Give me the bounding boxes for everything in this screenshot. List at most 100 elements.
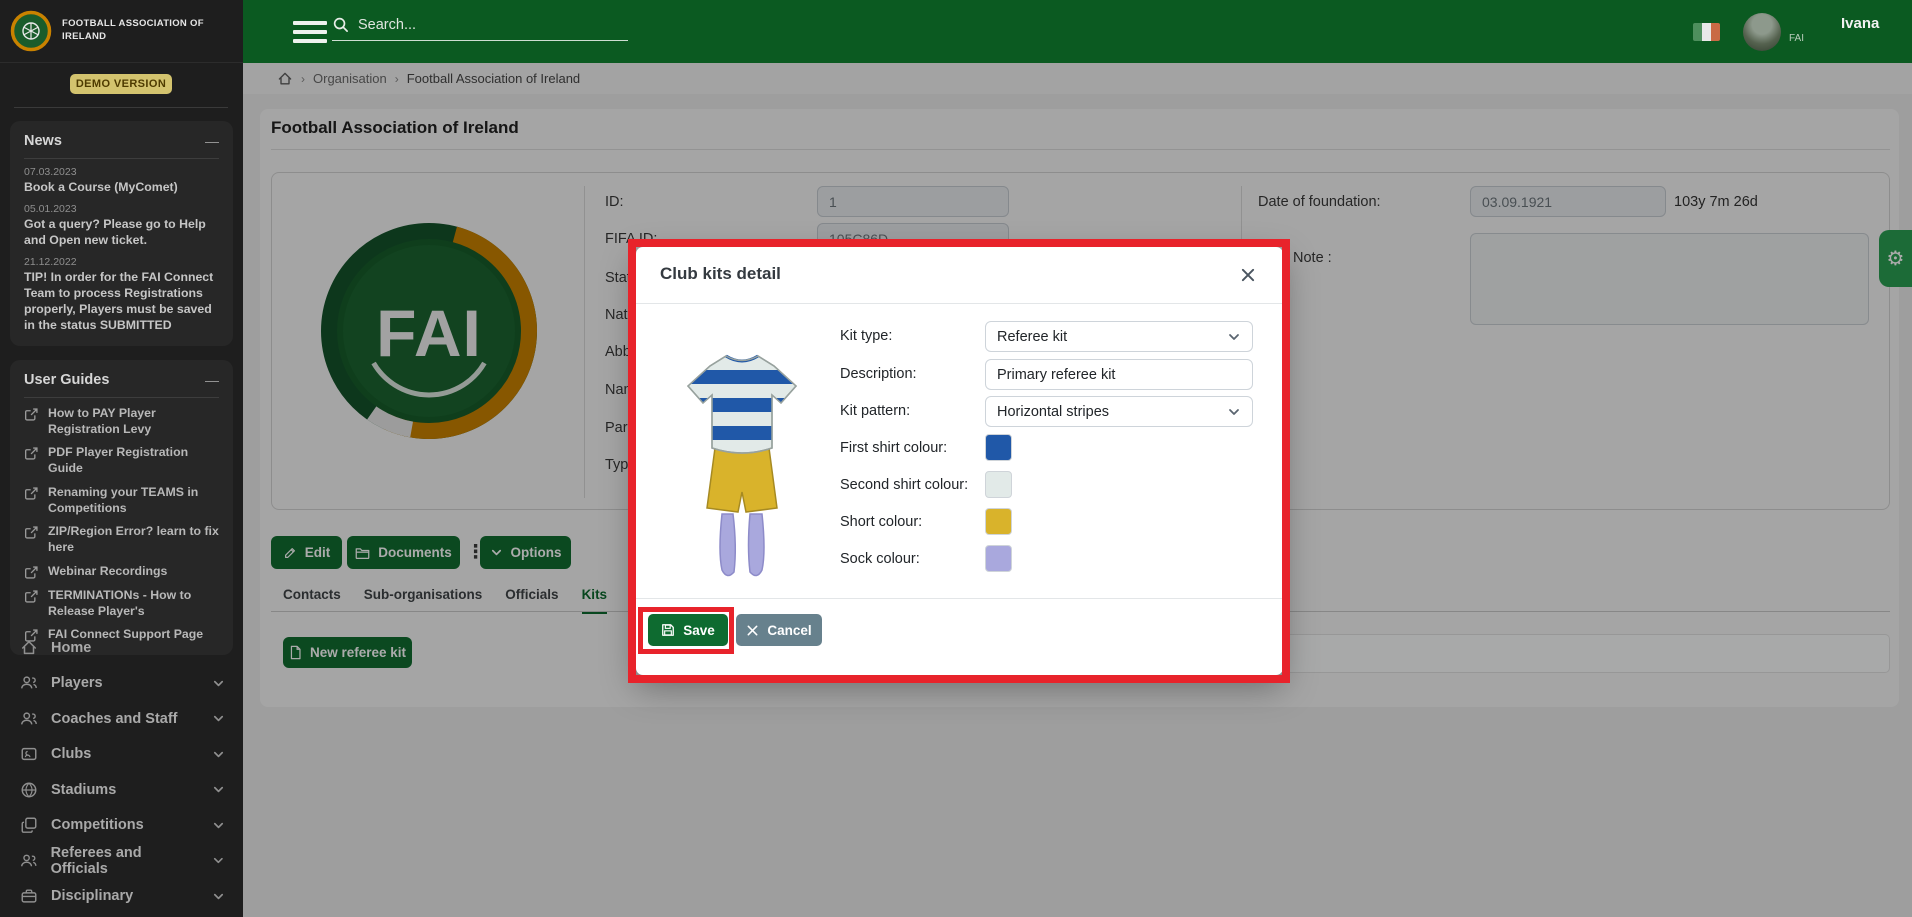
app-root: FOOTBALL ASSOCIATION OF IRELAND DEMO VER… — [0, 0, 1912, 917]
guide-link[interactable]: Renaming your TEAMS in Competitions — [24, 485, 219, 516]
language-flag-ireland[interactable] — [1693, 23, 1720, 41]
sidebar-item-competitions[interactable]: Competitions — [0, 808, 243, 844]
save-button[interactable]: Save — [648, 614, 728, 646]
home-icon — [20, 639, 38, 657]
external-link-icon — [24, 565, 39, 580]
chevron-down-icon — [212, 677, 225, 690]
kit-type-select[interactable]: Referee kit — [985, 321, 1253, 352]
user-guides-collapse-icon[interactable]: — — [205, 375, 219, 385]
close-icon — [1240, 267, 1256, 283]
kit-type-label: Kit type: — [840, 328, 892, 344]
modal-close-button[interactable] — [1234, 261, 1262, 289]
kit-sock-right — [749, 514, 765, 576]
kit-preview-illustration — [682, 352, 802, 587]
search-icon — [332, 16, 349, 33]
user-guides-card: User Guides — How to PAY Player Registra… — [10, 360, 233, 655]
second-shirt-colour-label: Second shirt colour: — [840, 477, 968, 493]
sidebar-item-clubs[interactable]: Clubs — [0, 737, 243, 773]
external-link-icon — [24, 446, 39, 461]
first-shirt-colour-label: First shirt colour: — [840, 440, 947, 456]
user-org-label: FAI — [1789, 33, 1804, 44]
short-colour-label: Short colour: — [840, 514, 922, 530]
news-item-title: Book a Course (MyComet) — [24, 180, 219, 196]
user-avatar[interactable] — [1743, 13, 1781, 51]
kit-shorts — [707, 448, 777, 512]
chevron-down-icon — [212, 712, 225, 725]
description-input[interactable] — [985, 359, 1253, 390]
competitions-icon — [20, 816, 38, 834]
search-input[interactable] — [358, 17, 598, 33]
kit-sock-left — [720, 514, 735, 576]
club-kits-detail-modal: Club kits detail Kit type: Referee kit D… — [636, 247, 1283, 675]
flag-white-stripe — [1702, 23, 1711, 41]
chevron-down-icon — [212, 854, 225, 867]
modal-title: Club kits detail — [660, 264, 781, 284]
second-shirt-colour-swatch[interactable] — [985, 471, 1012, 498]
guide-link[interactable]: How to PAY Player Registration Levy — [24, 406, 219, 437]
sidebar: FOOTBALL ASSOCIATION OF IRELAND DEMO VER… — [0, 0, 243, 917]
guide-link[interactable]: TERMINATIONs - How to Release Player's — [24, 588, 219, 619]
external-link-icon — [24, 589, 39, 604]
clubs-icon — [20, 745, 38, 763]
chevron-down-icon — [212, 890, 225, 903]
news-title: News — [24, 133, 62, 149]
external-link-icon — [24, 486, 39, 501]
user-guides-title: User Guides — [24, 372, 109, 388]
disciplinary-icon — [20, 887, 38, 905]
sidebar-divider — [14, 107, 228, 108]
menu-toggle-button[interactable] — [293, 21, 327, 43]
first-shirt-colour-swatch[interactable] — [985, 434, 1012, 461]
players-icon — [20, 674, 38, 692]
sock-colour-swatch[interactable] — [985, 545, 1012, 572]
news-item[interactable]: 05.01.2023 Got a query? Please go to Hel… — [24, 203, 219, 249]
chevron-down-icon — [212, 748, 225, 761]
guide-link[interactable]: PDF Player Registration Guide — [24, 445, 219, 476]
sidebar-item-disciplinary[interactable]: Disciplinary — [0, 879, 243, 915]
sidebar-logo-header: FOOTBALL ASSOCIATION OF IRELAND — [0, 0, 243, 63]
kit-pattern-label: Kit pattern: — [840, 403, 910, 419]
stadiums-icon — [20, 781, 38, 799]
news-item-date: 07.03.2023 — [24, 166, 219, 178]
cancel-button[interactable]: Cancel — [736, 614, 822, 646]
news-card: News — 07.03.2023 Book a Course (MyComet… — [10, 121, 233, 346]
fai-crest-small-icon — [10, 10, 52, 52]
news-item[interactable]: 21.12.2022 TIP! In order for the FAI Con… — [24, 256, 219, 334]
sidebar-item-stadiums[interactable]: Stadiums — [0, 772, 243, 808]
guide-link[interactable]: Webinar Recordings — [24, 564, 219, 580]
external-link-icon — [24, 525, 39, 540]
sidebar-item-coaches-and-staff[interactable]: Coaches and Staff — [0, 701, 243, 737]
user-menu[interactable]: Ivana — [1841, 15, 1879, 32]
close-icon — [746, 624, 759, 637]
org-name: FOOTBALL ASSOCIATION OF IRELAND — [62, 18, 212, 44]
search-box — [332, 16, 628, 41]
news-item[interactable]: 07.03.2023 Book a Course (MyComet) — [24, 166, 219, 196]
short-colour-swatch[interactable] — [985, 508, 1012, 535]
coaches-icon — [20, 710, 38, 728]
sidebar-nav: Home Players Coaches and Staff Clubs Sta… — [0, 630, 243, 914]
news-item-date: 05.01.2023 — [24, 203, 219, 215]
sidebar-item-players[interactable]: Players — [0, 666, 243, 702]
topbar: FAI Ivana — [243, 0, 1912, 63]
news-item-title: TIP! In order for the FAI Connect Team t… — [24, 270, 219, 334]
chevron-down-icon — [212, 783, 225, 796]
flag-orange-stripe — [1711, 23, 1720, 41]
sidebar-item-home[interactable]: Home — [0, 630, 243, 666]
external-link-icon — [24, 407, 39, 422]
referees-icon — [20, 852, 38, 870]
news-item-title: Got a query? Please go to Help and Open … — [24, 217, 219, 249]
kit-shirt-stripe — [682, 426, 802, 440]
demo-version-badge: DEMO VERSION — [70, 74, 172, 94]
chevron-down-icon — [212, 819, 225, 832]
kit-shirt-stripe — [682, 370, 802, 384]
save-icon — [661, 623, 675, 637]
chevron-down-icon — [1227, 330, 1241, 344]
kit-pattern-select[interactable]: Horizontal stripes — [985, 396, 1253, 427]
guide-link[interactable]: ZIP/Region Error? learn to fix here — [24, 524, 219, 555]
sock-colour-label: Sock colour: — [840, 551, 920, 567]
chevron-down-icon — [1227, 405, 1241, 419]
description-label: Description: — [840, 366, 917, 382]
news-item-date: 21.12.2022 — [24, 256, 219, 268]
sidebar-item-referees-and-officials[interactable]: Referees and Officials — [0, 843, 243, 879]
flag-green-stripe — [1693, 23, 1702, 41]
news-collapse-icon[interactable]: — — [205, 136, 219, 146]
